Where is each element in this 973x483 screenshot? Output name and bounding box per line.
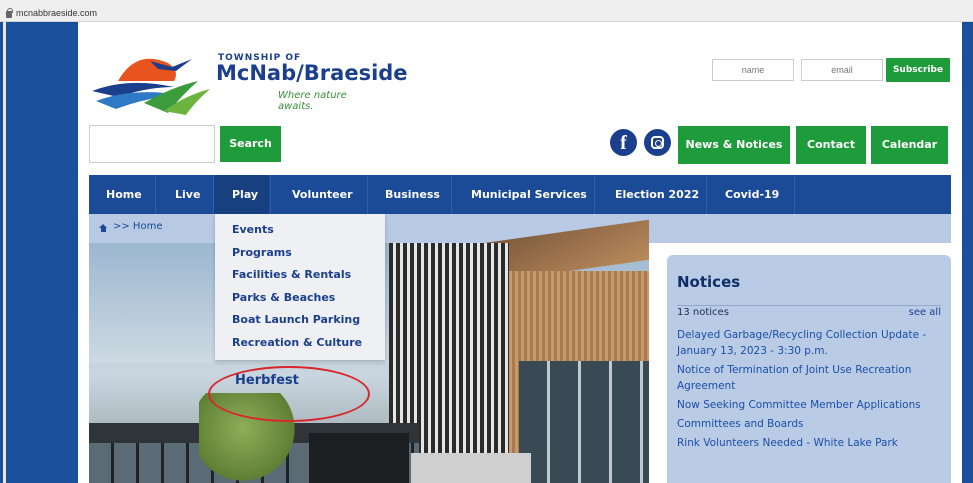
notices-panel: Notices 13 notices see all Delayed Garba… [667, 255, 951, 483]
breadcrumb-home[interactable]: >> Home [113, 221, 162, 232]
news-notices-button[interactable]: News & Notices [678, 126, 790, 164]
nav-divider [594, 175, 595, 214]
menu-item-facilities-rentals[interactable]: Facilities & Rentals [232, 267, 385, 290]
notice-link[interactable]: Committees and Boards [677, 416, 941, 432]
main-nav: Home Live Play Volunteer Business Munici… [89, 175, 951, 214]
nav-item-home[interactable]: Home [106, 175, 142, 214]
see-all-link[interactable]: see all [909, 307, 941, 318]
menu-item-recreation-culture[interactable]: Recreation & Culture [232, 335, 385, 358]
nav-item-election-2022[interactable]: Election 2022 [615, 175, 699, 214]
notices-divider [677, 305, 941, 306]
site-content: TOWNSHIP OF McNab/Braeside Where nature … [78, 22, 962, 483]
notice-link[interactable]: Notice of Termination of Joint Use Recre… [677, 362, 941, 394]
home-icon[interactable] [99, 224, 108, 232]
page-background-right [962, 22, 973, 483]
menu-item-programs[interactable]: Programs [232, 245, 385, 268]
name-field[interactable]: name [712, 59, 794, 81]
search-input[interactable] [89, 125, 215, 163]
logo-mark-icon [92, 58, 210, 115]
nav-item-volunteer[interactable]: Volunteer [292, 175, 353, 214]
menu-item-parks-beaches[interactable]: Parks & Beaches [232, 290, 385, 313]
address-bar[interactable]: mcnabbraeside.com [0, 0, 973, 22]
contact-button[interactable]: Contact [796, 126, 866, 164]
notice-link[interactable]: Now Seeking Committee Member Application… [677, 397, 941, 413]
subscribe-button[interactable]: Subscribe [886, 58, 950, 82]
logo-tagline: Where nature awaits. [278, 90, 347, 112]
nav-divider [794, 175, 795, 214]
menu-item-events[interactable]: Events [232, 222, 385, 245]
calendar-button[interactable]: Calendar [871, 126, 948, 164]
nav-divider [155, 175, 156, 214]
notice-link[interactable]: Rink Volunteers Needed - White Lake Park [677, 435, 941, 451]
notices-count: 13 notices [677, 307, 729, 318]
menu-item-boat-launch-parking[interactable]: Boat Launch Parking [232, 312, 385, 335]
nav-item-covid-19[interactable]: Covid-19 [725, 175, 779, 214]
nav-divider [451, 175, 452, 214]
nav-divider [706, 175, 707, 214]
lock-icon [6, 7, 13, 18]
notices-title: Notices [677, 273, 741, 291]
instagram-icon[interactable] [644, 129, 671, 156]
notice-link[interactable]: Delayed Garbage/Recycling Collection Upd… [677, 327, 941, 359]
email-field[interactable]: email [801, 59, 883, 81]
url-text[interactable]: mcnabbraeside.com [16, 8, 97, 18]
nav-divider [270, 175, 271, 214]
nav-item-municipal-services[interactable]: Municipal Services [471, 175, 587, 214]
nav-item-live[interactable]: Live [175, 175, 200, 214]
play-dropdown-menu: Events Programs Facilities & Rentals Par… [215, 214, 385, 360]
site-logo[interactable]: TOWNSHIP OF McNab/Braeside Where nature … [88, 47, 408, 117]
facebook-icon[interactable]: f [610, 129, 637, 156]
nav-divider [367, 175, 368, 214]
logo-line2: McNab/Braeside [216, 61, 408, 85]
nav-item-play[interactable]: Play [214, 175, 269, 214]
red-circle-annotation [208, 366, 370, 422]
page-background-left [0, 22, 78, 483]
nav-item-business[interactable]: Business [385, 175, 440, 214]
search-button[interactable]: Search [220, 126, 281, 162]
